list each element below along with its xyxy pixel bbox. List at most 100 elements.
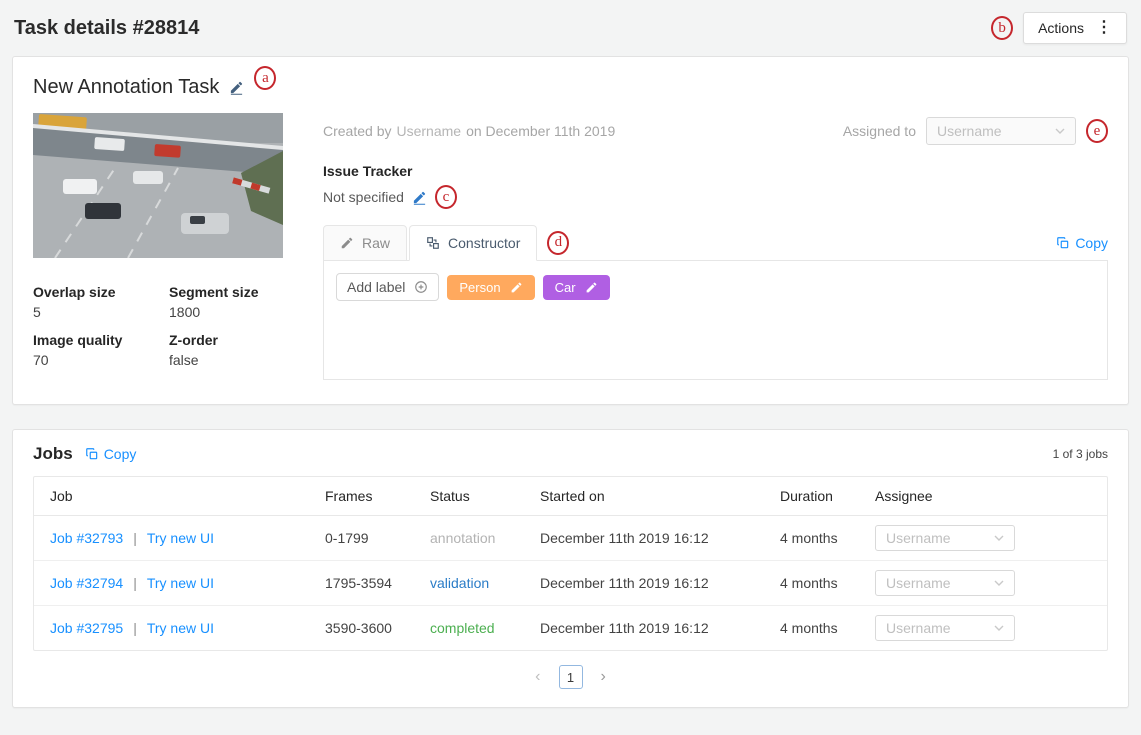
copy-labels-link[interactable]: Copy [1056, 235, 1108, 251]
assignee-placeholder: Username [886, 530, 951, 546]
issue-tracker-value-row: Not specified c [323, 185, 1108, 209]
edit-label-icon[interactable] [585, 281, 598, 294]
try-new-ui-link[interactable]: Try new UI [147, 530, 214, 546]
job-duration: 4 months [764, 561, 859, 606]
jobs-header: Jobs Copy 1 of 3 jobs [33, 444, 1108, 464]
param-overlap-size: Overlap size 5 [33, 284, 169, 320]
actions-button[interactable]: Actions ⋮ [1023, 12, 1127, 44]
jobs-count: 1 of 3 jobs [1053, 447, 1108, 461]
jobs-title: Jobs [33, 444, 73, 464]
pencil-icon [340, 236, 354, 250]
task-left-column: Overlap size 5 Segment size 1800 Image q… [33, 113, 283, 380]
copy-jobs-label: Copy [104, 446, 137, 462]
task-right-column: Created by Username on December 11th 201… [323, 113, 1108, 380]
copy-labels-label: Copy [1075, 235, 1108, 251]
table-row: Job #32793 | Try new UI 0-1799 annotatio… [34, 516, 1107, 561]
label-constructor-row: Add label Person Car [336, 273, 1095, 301]
assigned-to-label: Assigned to [843, 123, 916, 139]
issue-tracker-value: Not specified [323, 189, 404, 205]
task-meta-row: Created by Username on December 11th 201… [323, 117, 1108, 145]
try-new-ui-link[interactable]: Try new UI [147, 575, 214, 591]
job-status: validation [430, 575, 489, 591]
job-link[interactable]: Job #32794 [50, 575, 123, 591]
edit-issue-tracker-icon[interactable] [412, 190, 427, 205]
created-by-prefix: Created by [323, 123, 391, 139]
task-title-row: New Annotation Task a [33, 75, 1108, 99]
labels-tab-bar: Raw Constructor d Copy [323, 225, 1108, 260]
param-value: false [169, 352, 283, 368]
separator: | [133, 620, 137, 636]
try-new-ui-link[interactable]: Try new UI [147, 620, 214, 636]
issue-tracker-title: Issue Tracker [323, 163, 1108, 179]
constructor-blocks-icon [426, 236, 440, 250]
param-label: Z-order [169, 332, 283, 348]
chevron-down-icon [1055, 128, 1065, 134]
param-label: Segment size [169, 284, 283, 300]
job-started-on: December 11th 2019 16:12 [524, 561, 764, 606]
tab-raw[interactable]: Raw [323, 225, 407, 261]
callout-b: b [991, 16, 1013, 40]
job-assignee-select[interactable]: Username [875, 615, 1015, 641]
job-link[interactable]: Job #32793 [50, 530, 123, 546]
separator: | [133, 530, 137, 546]
pagination-next[interactable]: › [595, 668, 612, 686]
callout-e: e [1086, 119, 1108, 143]
label-tag-car-name: Car [555, 280, 576, 295]
actions-area: b Actions ⋮ [991, 12, 1127, 44]
assignee-placeholder: Username [937, 123, 1002, 139]
created-by-user: Username [396, 123, 461, 139]
label-constructor-panel: Add label Person Car [323, 260, 1108, 380]
task-preview-image [33, 113, 283, 258]
chevron-down-icon [994, 535, 1004, 541]
jobs-table-header-row: Job Frames Status Started on Duration As… [34, 477, 1107, 516]
param-value: 70 [33, 352, 169, 368]
job-started-on: December 11th 2019 16:12 [524, 606, 764, 651]
copy-jobs-link[interactable]: Copy [85, 446, 137, 462]
callout-d: d [547, 231, 569, 255]
created-by-suffix: on December 11th 2019 [466, 123, 615, 139]
jobs-table: Job Frames Status Started on Duration As… [33, 476, 1108, 651]
job-frames: 1795-3594 [309, 561, 414, 606]
tab-raw-label: Raw [362, 235, 390, 251]
edit-task-name-icon[interactable] [229, 80, 244, 95]
column-header-started-on: Started on [524, 477, 764, 516]
param-z-order: Z-order false [169, 332, 283, 368]
table-row: Job #32795 | Try new UI 3590-3600 comple… [34, 606, 1107, 651]
task-details-card: New Annotation Task a [12, 56, 1129, 405]
chevron-down-icon [994, 580, 1004, 586]
edit-label-icon[interactable] [510, 281, 523, 294]
plus-circle-icon [414, 280, 428, 294]
column-header-status: Status [414, 477, 524, 516]
pagination-prev[interactable]: ‹ [529, 668, 546, 686]
task-parameters: Overlap size 5 Segment size 1800 Image q… [33, 284, 283, 368]
job-assignee-select[interactable]: Username [875, 525, 1015, 551]
page-title: Task details #28814 [14, 17, 199, 40]
assigned-to-area: Assigned to Username e [843, 117, 1108, 145]
tab-constructor[interactable]: Constructor [409, 225, 537, 261]
job-link[interactable]: Job #32795 [50, 620, 123, 636]
job-frames: 0-1799 [309, 516, 414, 561]
jobs-card: Jobs Copy 1 of 3 jobs Job Frames Status … [12, 429, 1129, 708]
column-header-duration: Duration [764, 477, 859, 516]
column-header-assignee: Assignee [859, 477, 1107, 516]
job-duration: 4 months [764, 606, 859, 651]
callout-a: a [254, 66, 276, 90]
param-label: Image quality [33, 332, 169, 348]
job-status: annotation [430, 530, 495, 546]
callout-c: c [435, 185, 457, 209]
label-tag-car[interactable]: Car [543, 275, 610, 300]
copy-icon [1056, 236, 1070, 250]
job-duration: 4 months [764, 516, 859, 561]
add-label-button[interactable]: Add label [336, 273, 439, 301]
pagination-page-1[interactable]: 1 [559, 665, 583, 689]
label-tag-person[interactable]: Person [447, 275, 534, 300]
param-value: 1800 [169, 304, 283, 320]
task-name: New Annotation Task [33, 76, 219, 99]
job-assignee-select[interactable]: Username [875, 570, 1015, 596]
task-body: Overlap size 5 Segment size 1800 Image q… [33, 113, 1108, 380]
table-row: Job #32794 | Try new UI 1795-3594 valida… [34, 561, 1107, 606]
actions-button-label: Actions [1038, 20, 1084, 36]
assignee-select[interactable]: Username [926, 117, 1076, 145]
label-tag-person-name: Person [459, 280, 500, 295]
column-header-frames: Frames [309, 477, 414, 516]
